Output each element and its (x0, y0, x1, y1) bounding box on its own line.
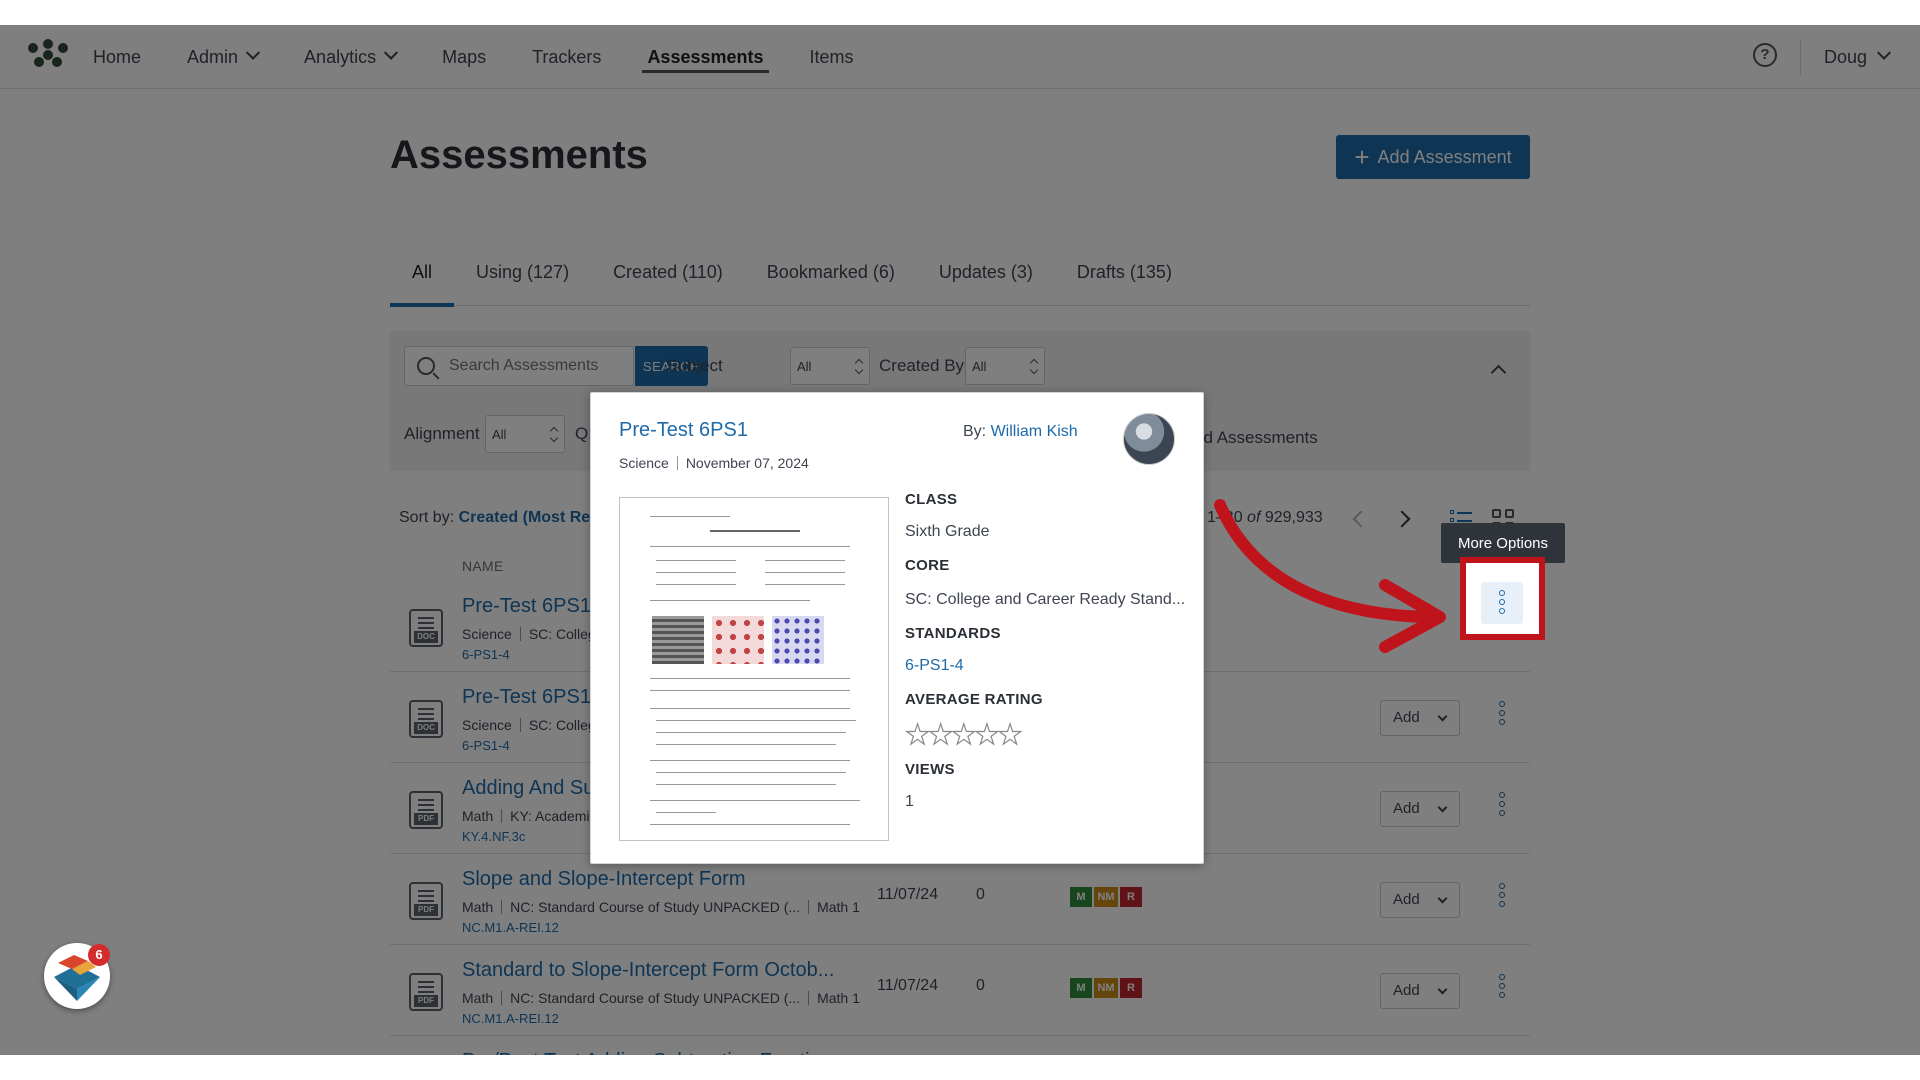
star-icon: ★ (928, 719, 954, 750)
assessment-preview-popover: Pre-Test 6PS1 By: William Kish Science No… (590, 392, 1204, 864)
popover-subject: Science (619, 455, 669, 471)
popover-by-label: By: (963, 423, 987, 440)
popover-date: November 07, 2024 (685, 455, 809, 471)
star-icon: ★ (951, 719, 977, 750)
views-value: 1 (905, 793, 914, 810)
views-label: VIEWS (905, 761, 955, 778)
star-icon: ★ (997, 719, 1023, 750)
standards-label: STANDARDS (905, 625, 1001, 642)
core-label: CORE (905, 557, 950, 574)
more-options-button-highlighted[interactable] (1481, 582, 1523, 624)
star-icon: ★ (974, 719, 1000, 750)
average-rating-label: AVERAGE RATING (905, 691, 1043, 708)
popover-author-line: By: William Kish (963, 423, 1078, 441)
class-label: CLASS (905, 491, 958, 508)
notification-badge: 6 (88, 944, 110, 966)
core-value: SC: College and Career Ready Stand... (905, 591, 1186, 608)
document-thumbnail (619, 497, 889, 841)
popover-title[interactable]: Pre-Test 6PS1 (619, 419, 748, 442)
arrow-annotation (1214, 499, 1446, 653)
standards-link[interactable]: 6-PS1-4 (905, 657, 964, 675)
popover-meta: Science November 07, 2024 (619, 455, 809, 471)
star-icon: ★ (904, 719, 931, 750)
app-window: HomeAdminAnalyticsMapsTrackersAssessment… (0, 25, 1920, 1055)
kebab-icon (1498, 590, 1506, 616)
author-avatar (1123, 413, 1175, 465)
meta-separator (676, 456, 678, 470)
star-rating: ★ ★ ★ ★ ★ (904, 719, 1023, 750)
class-value: Sixth Grade (905, 523, 990, 540)
popover-author-link[interactable]: William Kish (991, 423, 1078, 440)
